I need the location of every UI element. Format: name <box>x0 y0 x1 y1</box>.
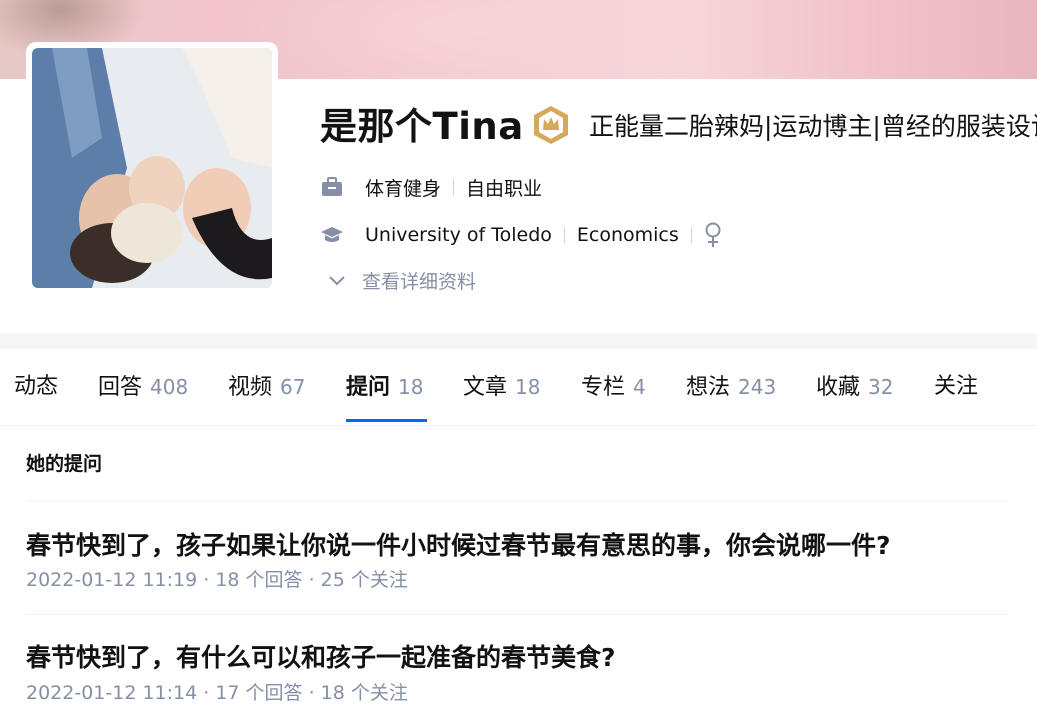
graduation-cap-icon <box>320 223 344 247</box>
divider <box>26 500 1008 501</box>
tab-count: 243 <box>738 375 777 399</box>
tab-columns[interactable]: 专栏 4 <box>581 349 646 425</box>
info-separator <box>563 227 565 243</box>
tab-questions[interactable]: 提问 18 <box>346 349 423 425</box>
tab-label: 专栏 <box>581 375 626 400</box>
question-meta: 2022-01-12 11:19 · 18 个回答 · 25 个关注 <box>26 569 408 591</box>
profile-tabs: 动态 回答 408 视频 67 提问 18 文章 18 专栏 4 想法 243 收藏 32 关… <box>0 349 1037 426</box>
info-separator <box>690 227 692 243</box>
tab-count: 408 <box>150 375 189 399</box>
profile-headline: 正能量二胎辣妈|运动博主|曾经的服装设计师 <box>589 112 1037 141</box>
briefcase-icon <box>320 175 344 199</box>
occupation-text: 自由职业 <box>466 177 543 200</box>
tab-thoughts[interactable]: 想法 243 <box>686 349 776 425</box>
industry-row: 体育健身 自由职业 <box>320 173 542 201</box>
chevron-down-icon <box>328 270 346 292</box>
tab-articles[interactable]: 文章 18 <box>463 349 540 425</box>
view-details-label: 查看详细资料 <box>362 271 477 293</box>
avatar-photo <box>32 48 272 288</box>
divider <box>26 614 1008 615</box>
tab-following[interactable]: 关注 <box>934 349 978 425</box>
tab-count: 18 <box>515 375 541 399</box>
question-title[interactable]: 春节快到了，孩子如果让你说一件小时候过春节最有意思的事，你会说哪一件? <box>26 526 891 562</box>
profile-name: 是那个Tina <box>320 105 524 148</box>
view-details-button[interactable]: 查看详细资料 <box>328 267 476 294</box>
education-row: University of Toledo Economics <box>320 221 722 249</box>
tab-label: 收藏 <box>816 375 861 400</box>
tab-label: 想法 <box>686 375 731 400</box>
tab-label: 回答 <box>98 375 143 400</box>
active-tab-indicator <box>346 419 427 422</box>
tab-label: 提问 <box>346 375 391 400</box>
section-title: 她的提问 <box>26 453 103 475</box>
tab-collections[interactable]: 收藏 32 <box>816 349 893 425</box>
tab-activities[interactable]: 动态 <box>14 349 58 425</box>
tab-count: 67 <box>280 375 306 399</box>
major-text: Economics <box>576 224 679 246</box>
school-text: University of Toledo <box>365 224 552 246</box>
female-icon <box>704 222 722 248</box>
avatar[interactable] <box>26 42 278 294</box>
info-separator <box>453 179 455 195</box>
tab-count: 32 <box>868 375 894 399</box>
crown-badge-icon[interactable] <box>532 105 570 145</box>
tab-count: 18 <box>398 375 424 399</box>
question-meta: 2022-01-12 11:14 · 17 个回答 · 18 个关注 <box>26 682 408 704</box>
tab-answers[interactable]: 回答 408 <box>98 349 188 425</box>
tab-count: 4 <box>633 375 646 399</box>
tab-label: 关注 <box>934 374 979 399</box>
tab-videos[interactable]: 视频 67 <box>228 349 305 425</box>
tab-label: 动态 <box>14 374 59 399</box>
industry-text: 体育健身 <box>365 177 442 200</box>
tab-label: 文章 <box>463 375 508 400</box>
question-title[interactable]: 春节快到了，有什么可以和孩子一起准备的春节美食? <box>26 638 616 674</box>
tab-label: 视频 <box>228 375 273 400</box>
